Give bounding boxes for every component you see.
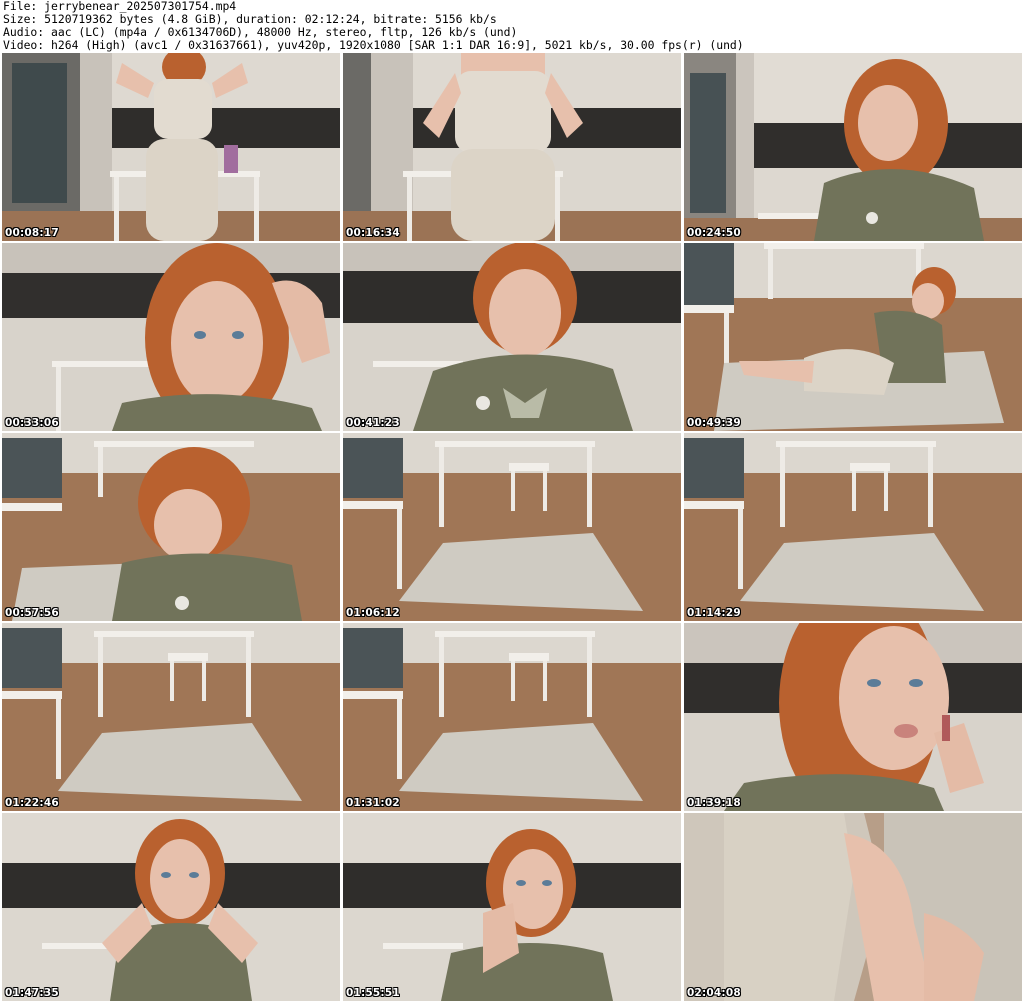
frame-image-15 [684,813,1022,1001]
frame-image-6 [684,243,1022,431]
thumbnail-12: 01:39:18 [684,623,1022,811]
thumbnail-13: 01:47:35 [2,813,340,1001]
thumbnail-timestamp: 01:14:29 [687,607,741,619]
thumbnail-3: 00:24:50 [684,53,1022,241]
thumbnail-timestamp: 01:06:12 [346,607,400,619]
thumbnail-timestamp: 01:22:46 [5,797,59,809]
frame-image-12 [684,623,1022,811]
frame-image-5 [343,243,681,431]
thumbnail-timestamp: 00:41:23 [346,417,400,429]
thumbnail-9: 01:14:29 [684,433,1022,621]
frame-image-13 [2,813,340,1001]
frame-image-8 [343,433,681,621]
thumbnail-timestamp: 02:04:08 [687,987,741,999]
thumbnail-timestamp: 00:57:56 [5,607,59,619]
thumbnail-timestamp: 01:39:18 [687,797,741,809]
frame-image-9 [684,433,1022,621]
video-info-line: Video: h264 (High) (avc1 / 0x31637661), … [3,39,744,52]
thumbnail-timestamp: 00:24:50 [687,227,741,239]
thumbnail-11: 01:31:02 [343,623,681,811]
frame-image-1 [2,53,340,241]
thumbnail-2: 00:16:34 [343,53,681,241]
file-info-header: File: jerrybenear_202507301754.mp4 Size:… [3,0,1021,52]
audio-info-line: Audio: aac (LC) (mp4a / 0x6134706D), 480… [3,26,518,39]
frame-image-10 [2,623,340,811]
file-size-line: Size: 5120719362 bytes (4.8 GiB), durati… [3,13,497,26]
thumbnail-6: 00:49:39 [684,243,1022,431]
frame-image-4 [2,243,340,431]
thumbnail-timestamp: 00:33:06 [5,417,59,429]
frame-image-2 [343,53,681,241]
thumbnail-timestamp: 01:55:51 [346,987,400,999]
file-name-line: File: jerrybenear_202507301754.mp4 [3,0,237,13]
thumbnail-5: 00:41:23 [343,243,681,431]
thumbnail-timestamp: 00:49:39 [687,417,741,429]
thumbnail-grid: 00:08:17 00:16:34 00:24:50 00:33:06 00:4… [2,53,1022,1001]
thumbnail-timestamp: 01:31:02 [346,797,400,809]
thumbnail-7: 00:57:56 [2,433,340,621]
frame-image-7 [2,433,340,621]
thumbnail-14: 01:55:51 [343,813,681,1001]
thumbnail-timestamp: 00:08:17 [5,227,59,239]
thumbnail-timestamp: 00:16:34 [346,227,400,239]
frame-image-11 [343,623,681,811]
thumbnail-8: 01:06:12 [343,433,681,621]
frame-image-14 [343,813,681,1001]
thumbnail-1: 00:08:17 [2,53,340,241]
thumbnail-15: 02:04:08 [684,813,1022,1001]
frame-image-3 [684,53,1022,241]
thumbnail-4: 00:33:06 [2,243,340,431]
thumbnail-timestamp: 01:47:35 [5,987,59,999]
thumbnail-10: 01:22:46 [2,623,340,811]
